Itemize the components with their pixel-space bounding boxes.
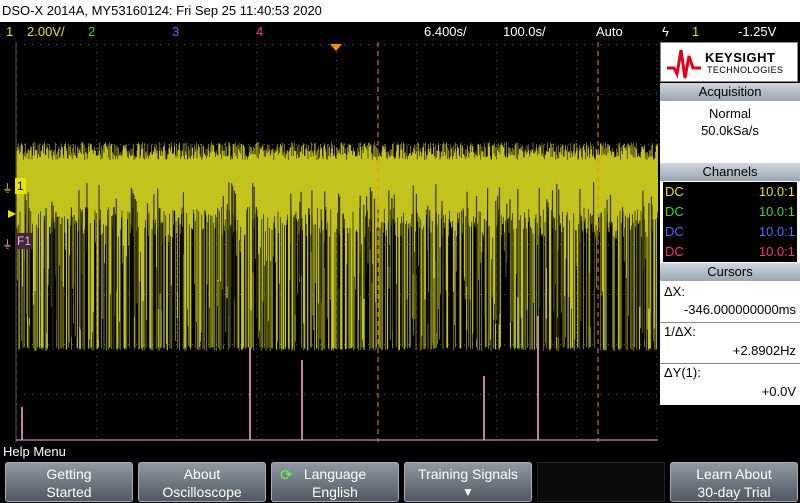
trigger-level-icon xyxy=(8,210,16,218)
trigger-position-icon xyxy=(330,44,342,51)
training-signals-line1: Training Signals xyxy=(418,466,518,482)
ch4-indicator[interactable]: 4 xyxy=(256,22,263,42)
channel-3-row[interactable]: DC 10.0:1 xyxy=(663,222,797,242)
channel-4-row[interactable]: DC 10.0:1 xyxy=(663,242,797,262)
getting-started-line2: Started xyxy=(46,484,92,500)
ch1-scale: 2.00V/ xyxy=(27,24,65,39)
ch1-coupling: DC xyxy=(665,184,684,199)
ch4-probe: 10.0:1 xyxy=(758,244,795,259)
trigger-edge-icon: ϟ xyxy=(662,24,669,39)
status-bar: 1 2.00V/ 2 3 4 6.400s/ 100.0s/ Auto ϟ 1 … xyxy=(0,22,800,42)
training-signals-button[interactable]: Training Signals ▼ xyxy=(404,462,532,502)
trigger-mode: Auto xyxy=(596,24,623,39)
trigger-level: -1.25V xyxy=(738,24,777,39)
ch1-indicator[interactable]: 1 xyxy=(6,22,13,42)
learn-about-trial-button[interactable]: Learn About 30-day Trial xyxy=(670,462,798,502)
channels-panel: DC 10.0:1 DC 10.0:1 DC 10.0:1 DC 10.0:1 xyxy=(660,181,800,263)
keysight-logo: KEYSIGHT TECHNOLOGIES xyxy=(660,42,798,82)
empty-softkey xyxy=(537,462,665,502)
acquisition-panel: Normal 50.0kSa/s xyxy=(660,101,800,163)
waveform-display[interactable]: ⏚ ⏚ 1 F1 xyxy=(0,42,658,442)
ground-icon: ⏚ xyxy=(2,182,13,195)
ch1-probe: 10.0:1 xyxy=(758,184,795,199)
acquisition-header[interactable]: Acquisition xyxy=(660,83,800,101)
getting-started-line1: Getting xyxy=(46,466,92,482)
delay-value: 100.0s/ xyxy=(503,24,546,39)
ch3-indicator[interactable]: 3 xyxy=(172,22,179,42)
help-menu-label: Help Menu xyxy=(0,443,800,461)
delta-x-label: ΔX: xyxy=(664,284,685,299)
inverse-delta-x-value: +2.8902Hz xyxy=(732,343,796,358)
math-f1-marker[interactable]: F1 xyxy=(15,233,34,249)
ch3-coupling: DC xyxy=(665,224,684,239)
channels-header[interactable]: Channels xyxy=(660,163,800,181)
getting-started-button[interactable]: Getting Started xyxy=(5,462,133,502)
inverse-delta-x-label: 1/ΔX: xyxy=(664,324,696,339)
learn-about-line2: 30-day Trial xyxy=(697,484,771,500)
ch4-coupling: DC xyxy=(665,244,684,259)
channel-2-row[interactable]: DC 10.0:1 xyxy=(663,202,797,222)
timebase-value: 6.400s/ xyxy=(424,24,467,39)
cursors-panel: ΔX: -346.000000000ms 1/ΔX: +2.8902Hz ΔY(… xyxy=(660,281,800,405)
ch2-coupling: DC xyxy=(665,204,684,219)
window-title: DSO-X 2014A, MY53160124: Fri Sep 25 11:4… xyxy=(0,0,800,22)
ch3-probe: 10.0:1 xyxy=(758,224,795,239)
language-button[interactable]: ⟳ Language English xyxy=(271,462,399,502)
keysight-wave-icon xyxy=(667,49,701,79)
cursors-header[interactable]: Cursors xyxy=(660,263,800,281)
learn-about-line1: Learn About xyxy=(696,466,772,482)
about-line1: About xyxy=(183,466,221,482)
ch2-probe: 10.0:1 xyxy=(758,204,795,219)
sample-rate: 50.0kSa/s xyxy=(701,123,759,138)
submenu-arrow-icon: ▼ xyxy=(462,485,474,499)
waveform-canvas: ⏚⏚ xyxy=(2,42,658,442)
acquisition-mode: Normal xyxy=(709,106,751,121)
delta-x-value: -346.000000000ms xyxy=(683,302,796,317)
delta-y-value: +0.0V xyxy=(761,384,796,399)
about-line2: Oscilloscope xyxy=(162,484,242,500)
ch2-indicator[interactable]: 2 xyxy=(88,22,95,42)
ch1-ground-marker[interactable]: 1 xyxy=(15,178,26,194)
side-panel: KEYSIGHT TECHNOLOGIES Acquisition Normal… xyxy=(660,42,800,442)
rotate-knob-icon: ⟳ xyxy=(280,467,293,484)
brand-name: KEYSIGHT xyxy=(705,50,776,65)
language-line2: English xyxy=(312,484,358,500)
delta-y-label: ΔY(1): xyxy=(664,365,701,380)
brand-sub: TECHNOLOGIES xyxy=(707,65,784,75)
trigger-source: 1 xyxy=(692,24,700,39)
math-ground-icon: ⏚ xyxy=(2,238,13,251)
about-oscilloscope-button[interactable]: About Oscilloscope xyxy=(138,462,266,502)
channel-1-row[interactable]: DC 10.0:1 xyxy=(663,182,797,202)
